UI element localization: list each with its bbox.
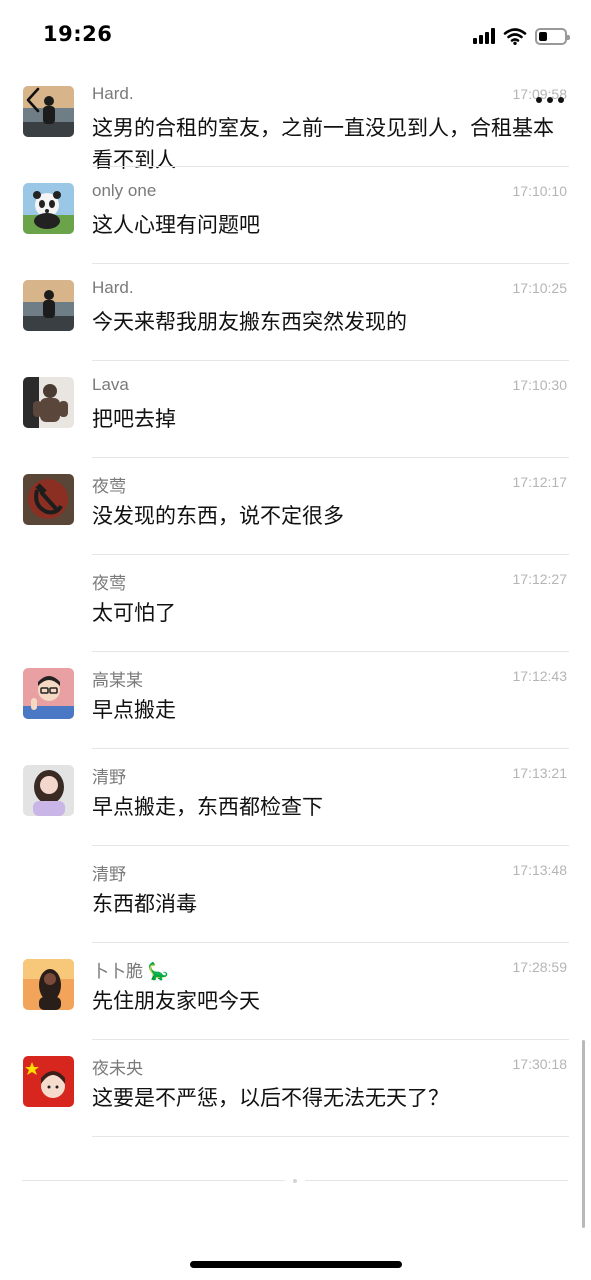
message-text: 先住朋友家吧今天	[92, 989, 260, 1013]
message-text: 把吧去掉	[92, 407, 176, 431]
message-row[interactable]: only one 17:10:10 这人心理有问题吧	[0, 167, 591, 264]
list-end-divider	[22, 1180, 285, 1181]
message-row[interactable]: Lava 17:10:30 把吧去掉	[0, 361, 591, 458]
cellular-signal-icon	[473, 28, 495, 44]
message-time: 17:13:48	[512, 862, 568, 878]
sender-name[interactable]: 高某某	[92, 666, 143, 691]
message-text: 东西都消毒	[92, 892, 197, 916]
message-row[interactable]: 夜莺 17:12:17 没发现的东西，说不定很多	[0, 458, 591, 555]
hammer-sickle-avatar[interactable]	[23, 474, 74, 525]
athlete-avatar[interactable]	[23, 377, 74, 428]
message-row[interactable]: Hard. 17:10:25 今天来帮我朋友搬东西突然发现的	[0, 264, 591, 361]
sunset-girl-avatar[interactable]	[23, 959, 74, 1010]
message-text: 太可怕了	[92, 601, 176, 625]
sender-name[interactable]: 夜未央	[92, 1054, 143, 1079]
panda-avatar[interactable]	[23, 183, 74, 234]
message-text: 这要是不严惩，以后不得无法无天了？	[92, 1086, 449, 1110]
message-text: 没发现的东西，说不定很多	[92, 504, 344, 528]
message-row[interactable]: 卜卜脆 🦕 17:28:59 先住朋友家吧今天	[0, 943, 591, 1040]
message-time: 17:30:18	[512, 1056, 568, 1072]
message-row[interactable]: 夜未央 17:30:18 这要是不严惩，以后不得无法无天了？	[0, 1040, 591, 1137]
message-time: 17:12:17	[512, 474, 568, 490]
message-text: 今天来帮我朋友搬东西突然发现的	[92, 310, 407, 334]
message-row[interactable]: 清野 17:13:21 早点搬走，东西都检查下	[0, 749, 591, 846]
battery-icon	[535, 27, 570, 45]
sender-name[interactable]: 卜卜脆 🦕	[92, 957, 169, 982]
sender-name[interactable]: Hard.	[92, 84, 134, 104]
message-text: 早点搬走，东西都检查下	[92, 795, 323, 819]
message-row[interactable]: 清野 17:13:48 东西都消毒	[0, 846, 591, 943]
sender-name[interactable]: 夜莺	[92, 569, 126, 594]
message-time: 17:10:30	[512, 377, 568, 393]
cartoon-man-avatar[interactable]	[23, 668, 74, 719]
message-time: 17:12:27	[512, 571, 568, 587]
wifi-icon	[503, 28, 527, 45]
status-time: 19:26	[43, 22, 113, 46]
girl-avatar[interactable]	[23, 765, 74, 816]
sender-name[interactable]: 夜莺	[92, 472, 126, 497]
row-divider	[92, 1136, 569, 1137]
message-row[interactable]: 高某某 17:12:43 早点搬走	[0, 652, 591, 749]
message-text: 早点搬走	[92, 698, 176, 722]
home-indicator[interactable]	[190, 1261, 402, 1268]
sender-name[interactable]: 清野	[92, 763, 126, 788]
message-time: 17:10:10	[512, 183, 568, 199]
sender-name[interactable]: only one	[92, 181, 156, 201]
message-time: 17:12:43	[512, 668, 568, 684]
message-time: 17:13:21	[512, 765, 568, 781]
ellipsis-icon[interactable]	[534, 92, 566, 108]
status-bar: 19:26	[0, 0, 591, 70]
list-end-divider	[305, 1180, 568, 1181]
sender-name[interactable]: Hard.	[92, 278, 134, 298]
chevron-left-icon[interactable]	[22, 86, 44, 114]
scrollbar[interactable]	[582, 1040, 585, 1228]
sender-name[interactable]: 清野	[92, 860, 126, 885]
message-row[interactable]: 夜莺 17:12:27 太可怕了	[0, 555, 591, 652]
message-row[interactable]: Hard. 17:09:58 这男的合租的室友，之前一直没见到人，合租基本看不到人	[0, 70, 591, 172]
message-time: 17:28:59	[512, 959, 568, 975]
flag-girl-avatar[interactable]	[23, 1056, 74, 1107]
list-end-dot	[293, 1179, 297, 1183]
status-icons	[473, 24, 570, 48]
message-time: 17:10:25	[512, 280, 568, 296]
sender-name[interactable]: Lava	[92, 375, 129, 395]
person-at-sea-avatar[interactable]	[23, 280, 74, 331]
message-text: 这人心理有问题吧	[92, 213, 260, 237]
